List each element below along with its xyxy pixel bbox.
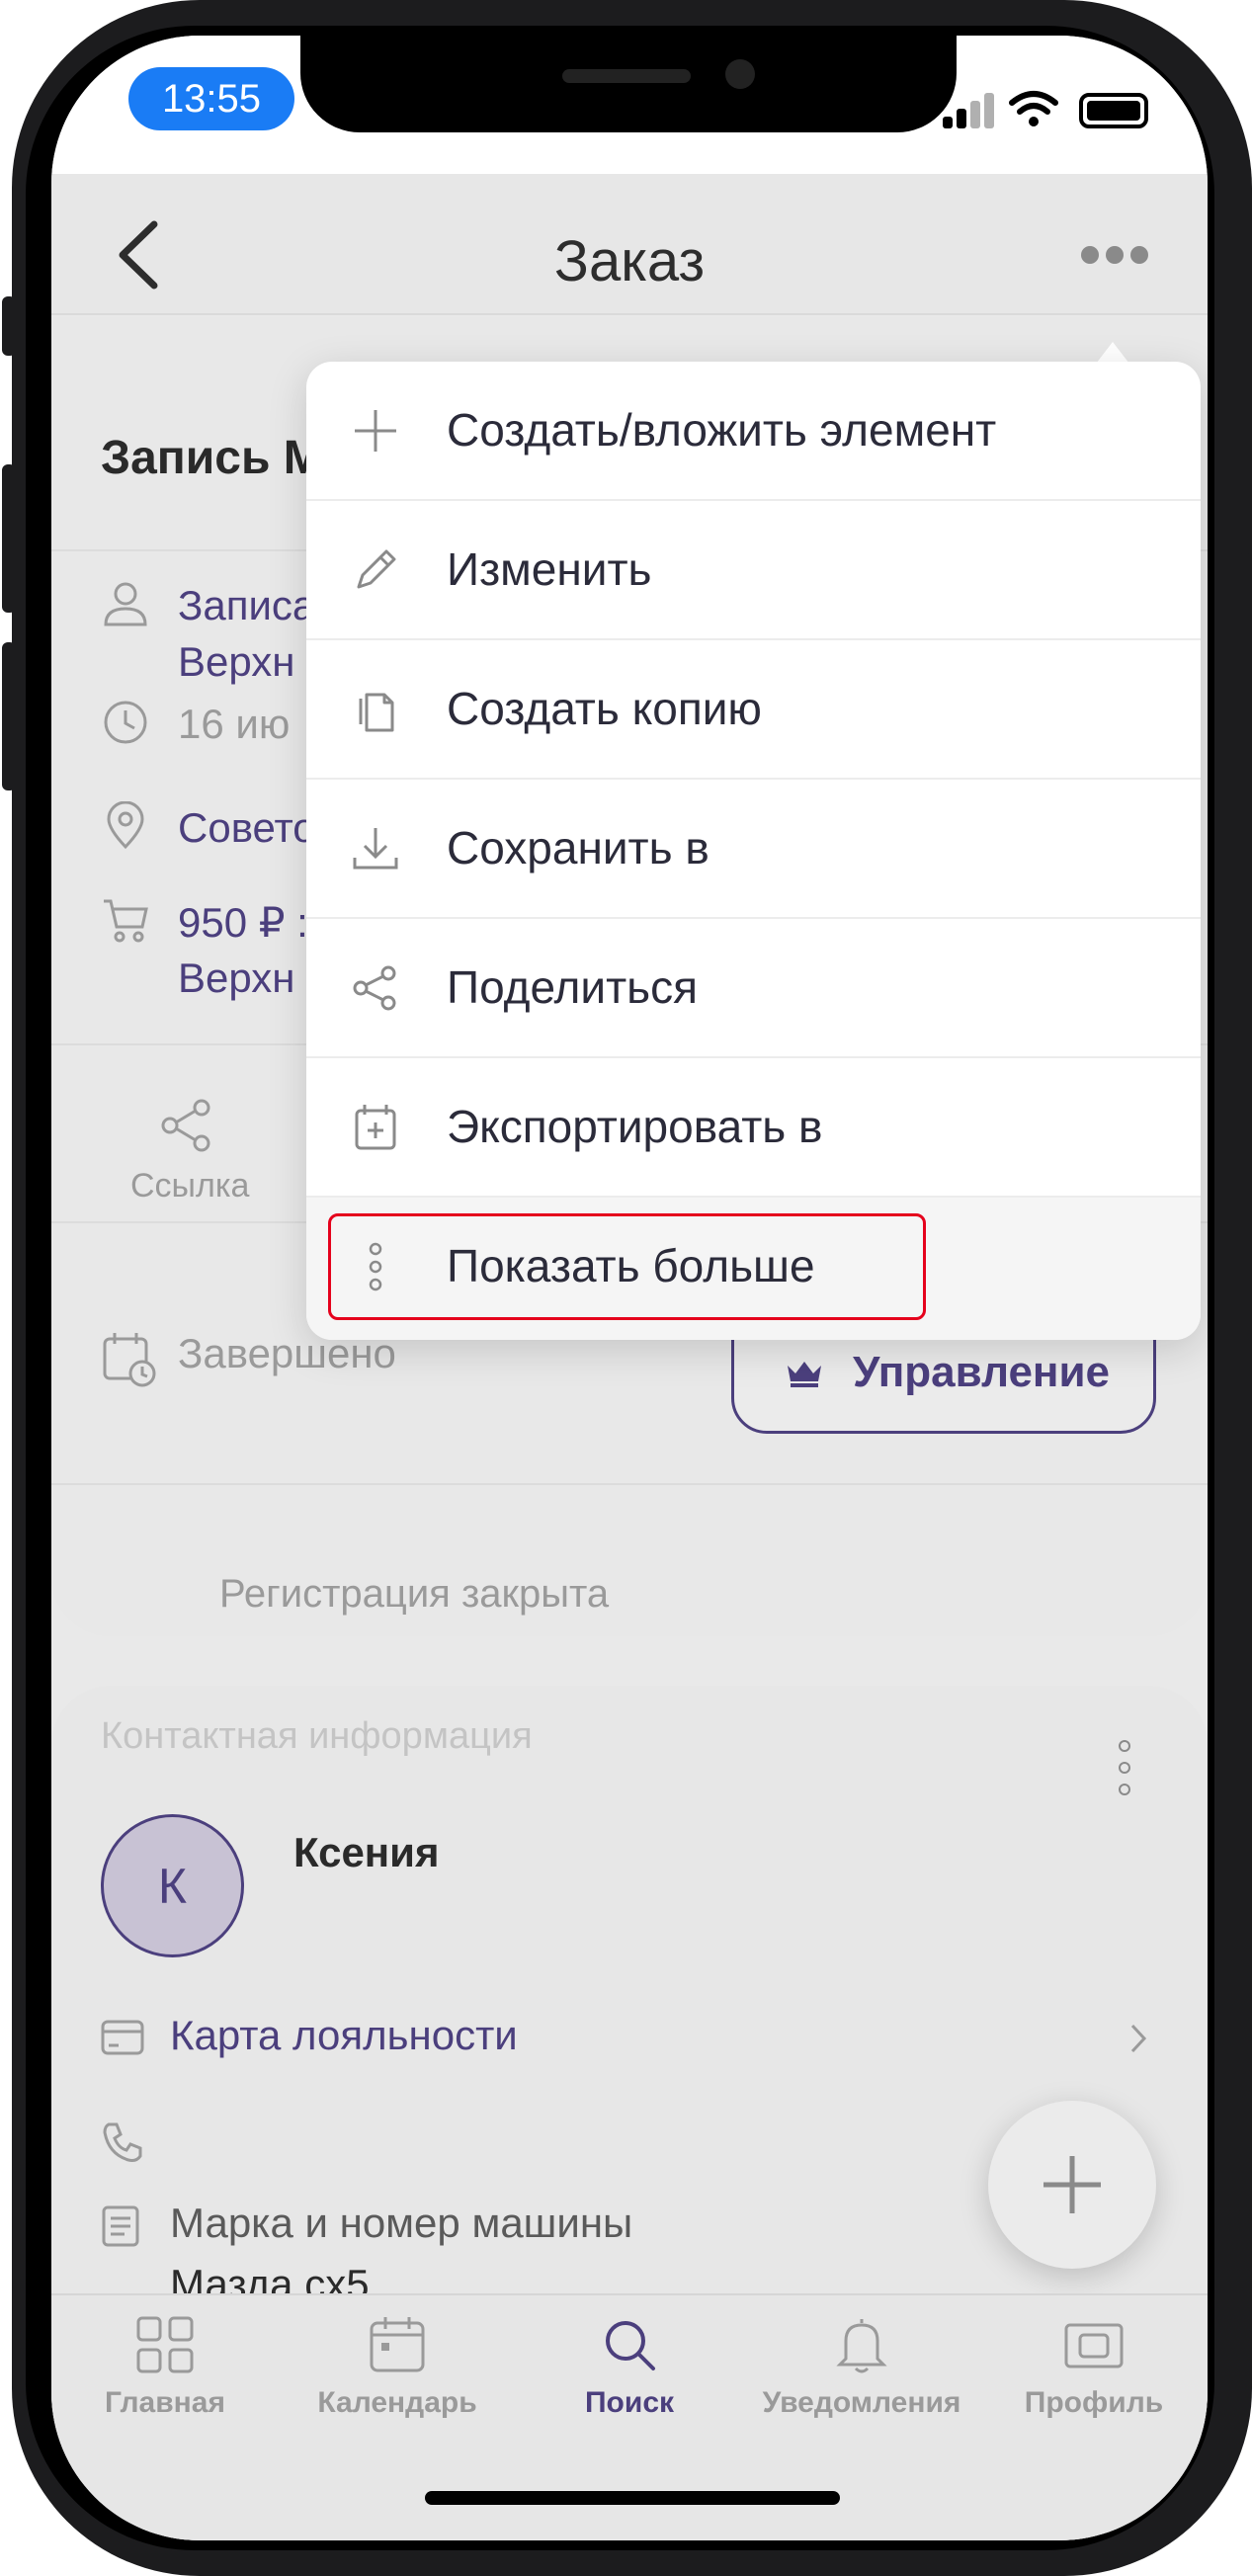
- volume-up-button: [2, 464, 16, 613]
- battery-icon: [1079, 93, 1148, 128]
- tab-search[interactable]: Поиск: [516, 2295, 743, 2434]
- assignee-line1[interactable]: Записа: [178, 582, 315, 629]
- highlight-box: [328, 1213, 926, 1320]
- card-icon: [101, 2020, 144, 2055]
- profile-card-icon: [1064, 2323, 1124, 2368]
- phone-device: 13:55 Заказ Запись М Записа Верхн 16 ию …: [0, 0, 1252, 2576]
- power-button: [1238, 553, 1252, 790]
- plus-icon: [355, 410, 396, 452]
- front-camera: [725, 59, 755, 89]
- tab-profile[interactable]: Профиль: [980, 2295, 1208, 2434]
- assignee-line2[interactable]: Верхн: [178, 638, 294, 686]
- copy-icon: [359, 693, 394, 732]
- tab-label: Уведомления: [762, 2386, 961, 2419]
- contact-name[interactable]: Ксения: [293, 1829, 440, 1876]
- wifi-icon: [1009, 91, 1058, 126]
- user-icon: [104, 582, 147, 626]
- search-icon: [606, 2321, 655, 2370]
- menu-item-label: Сохранить в: [447, 822, 709, 873]
- calendar-check-icon: [103, 1333, 156, 1387]
- phone-icon[interactable]: [101, 2120, 144, 2164]
- speaker: [562, 69, 691, 83]
- avatar[interactable]: К: [101, 1814, 244, 1957]
- location-pin-icon: [107, 801, 144, 850]
- cart-icon: [104, 899, 148, 943]
- menu-item-copy[interactable]: Создать копию: [306, 640, 1201, 780]
- car-field-label: Марка и номер машины: [170, 2200, 633, 2246]
- record-location[interactable]: Совето: [178, 804, 316, 852]
- status-time: 13:55: [128, 67, 294, 130]
- silent-switch: [2, 296, 16, 356]
- download-icon: [353, 828, 398, 870]
- plus-icon: [1043, 2156, 1101, 2213]
- manage-button-label: Управление: [853, 1348, 1111, 1396]
- record-title: Запись М: [101, 432, 323, 484]
- volume-down-button: [2, 642, 16, 790]
- menu-item-label: Экспортировать в: [447, 1101, 823, 1152]
- tab-notifications[interactable]: Уведомления: [748, 2295, 975, 2434]
- add-fab-button[interactable]: [988, 2101, 1156, 2269]
- bell-icon: [836, 2319, 887, 2373]
- menu-item-label: Изменить: [447, 543, 652, 595]
- menu-item-label: Создать копию: [447, 683, 762, 734]
- more-vertical-icon[interactable]: [1119, 1740, 1130, 1799]
- status-bar: 13:55: [51, 36, 1208, 174]
- home-indicator: [425, 2491, 840, 2505]
- share-link-label[interactable]: Ссылка: [130, 1167, 249, 1205]
- context-menu: Создать/вложить элемент Изменить Создать…: [306, 362, 1201, 1340]
- share-icon: [353, 965, 396, 1011]
- page-title: Заказ: [553, 229, 706, 293]
- loyalty-card-link[interactable]: Карта лояльности: [170, 2012, 518, 2059]
- export-icon: [355, 1105, 396, 1150]
- more-horizontal-icon[interactable]: [1081, 246, 1148, 264]
- registration-status: Регистрация закрыта: [219, 1572, 610, 1616]
- tab-label: Главная: [104, 2386, 225, 2419]
- menu-item-share[interactable]: Поделиться: [306, 919, 1201, 1058]
- divider: [51, 1483, 1208, 1485]
- grid-icon: [136, 2316, 194, 2373]
- clock-icon: [104, 701, 147, 744]
- share-icon[interactable]: [158, 1098, 213, 1153]
- tab-calendar[interactable]: Календарь: [284, 2295, 511, 2434]
- menu-item-create[interactable]: Создать/вложить элемент: [306, 362, 1201, 501]
- tab-label: Календарь: [317, 2386, 477, 2419]
- screen: 13:55 Заказ Запись М Записа Верхн 16 ию …: [51, 36, 1208, 2540]
- tab-label: Поиск: [584, 2386, 675, 2419]
- contact-section-title: Контактная информация: [101, 1715, 533, 1757]
- menu-item-label: Создать/вложить элемент: [447, 404, 997, 456]
- menu-item-export[interactable]: Экспортировать в: [306, 1058, 1201, 1198]
- price-line2[interactable]: Верхн: [178, 955, 294, 1002]
- menu-item-save[interactable]: Сохранить в: [306, 780, 1201, 919]
- record-date: 16 ию: [178, 701, 291, 747]
- menu-item-edit[interactable]: Изменить: [306, 501, 1201, 640]
- pencil-icon: [357, 549, 396, 589]
- chevron-right-icon[interactable]: [1128, 2022, 1148, 2055]
- tab-label: Профиль: [1024, 2386, 1164, 2419]
- calendar-icon: [370, 2317, 425, 2372]
- menu-item-label: Поделиться: [447, 961, 699, 1013]
- document-icon: [102, 2205, 139, 2247]
- crown-icon: [788, 1362, 821, 1387]
- tab-home[interactable]: Главная: [51, 2295, 279, 2434]
- notch: [300, 36, 957, 132]
- price-line1[interactable]: 950 ₽ :: [178, 898, 308, 947]
